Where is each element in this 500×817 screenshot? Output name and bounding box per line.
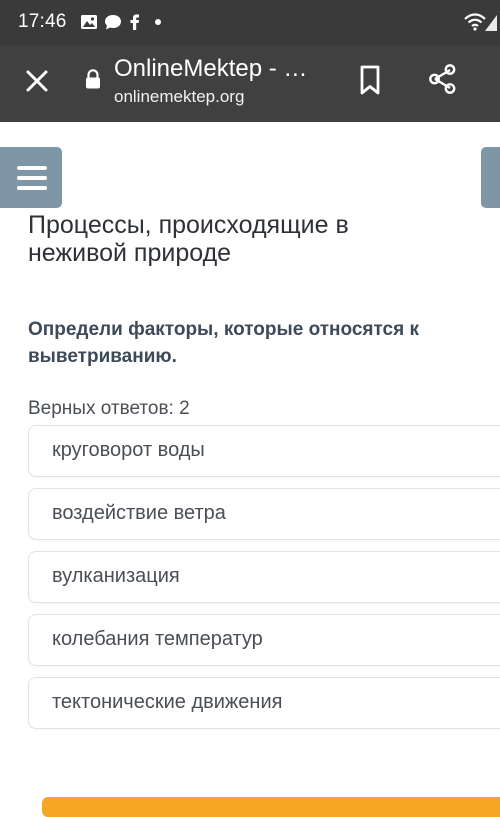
answer-option-label: воздействие ветра	[52, 502, 226, 524]
image-icon	[81, 15, 97, 29]
question-text: Определи факторы, которые относятся к вы…	[28, 319, 419, 367]
dot-icon	[155, 19, 161, 25]
bookmark-icon[interactable]	[356, 64, 384, 96]
facebook-icon	[130, 14, 139, 30]
side-button[interactable]	[481, 147, 500, 208]
signal-icon	[485, 15, 497, 31]
answers-count: Верных ответов: 2	[28, 398, 190, 419]
chat-icon	[105, 15, 121, 30]
answer-option-label: круговорот воды	[52, 439, 205, 461]
browser-url[interactable]: onlinemektep.org	[114, 87, 244, 107]
answer-option[interactable]: колебания температур	[28, 614, 500, 666]
menu-button[interactable]	[0, 147, 62, 208]
wifi-icon	[464, 13, 486, 31]
hamburger-icon	[17, 166, 47, 170]
answer-option[interactable]: тектонические движения	[28, 677, 500, 729]
answer-option[interactable]: вулканизация	[28, 551, 500, 603]
answer-option-label: тектонические движения	[52, 691, 283, 713]
answer-option[interactable]: воздействие ветра	[28, 488, 500, 540]
status-bar: 17:46	[0, 0, 500, 46]
page-title: Процессы, происходящие в неживой природе	[28, 211, 349, 267]
answer-option-label: колебания температур	[52, 628, 263, 650]
status-time: 17:46	[18, 11, 67, 32]
answer-option[interactable]: круговорот воды	[28, 425, 500, 477]
share-icon[interactable]	[426, 62, 458, 96]
close-icon[interactable]	[22, 66, 52, 96]
submit-button[interactable]	[42, 797, 500, 817]
answer-option-label: вулканизация	[52, 565, 180, 587]
browser-title: OnlineMektep - …	[114, 55, 308, 82]
lock-icon	[86, 69, 100, 89]
browser-toolbar: OnlineMektep - … onlinemektep.org	[0, 46, 500, 122]
